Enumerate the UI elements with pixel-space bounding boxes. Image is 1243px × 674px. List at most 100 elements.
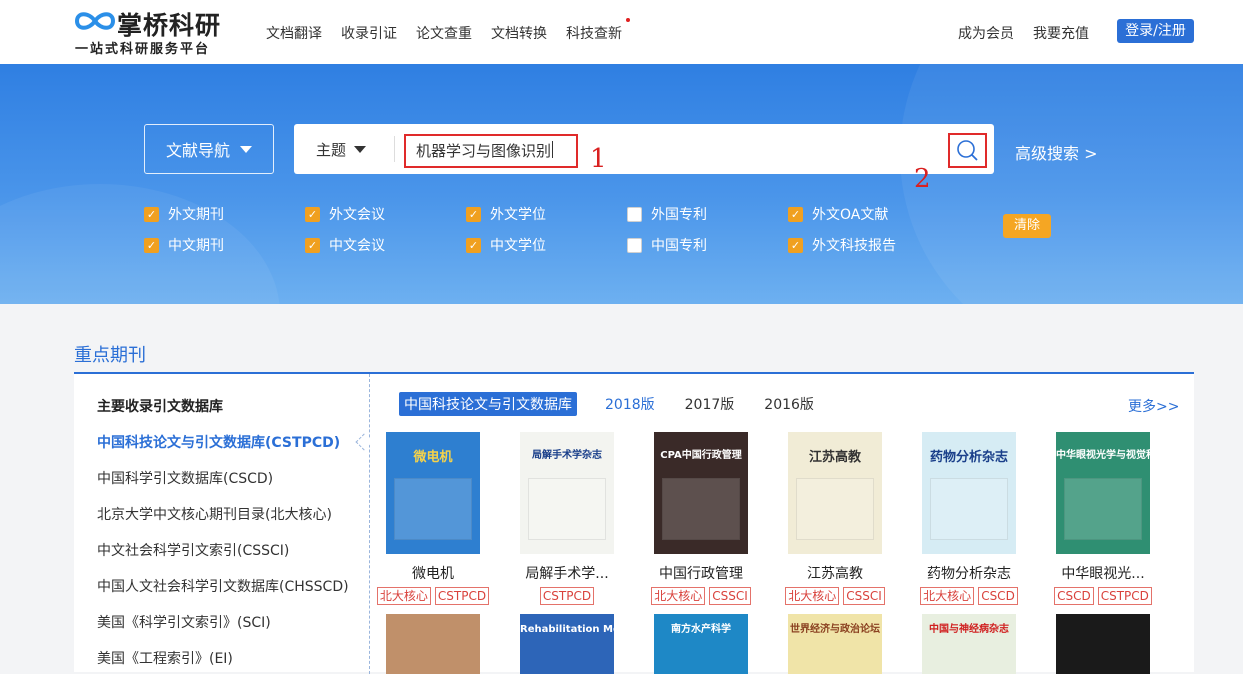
journal-card[interactable]: 江苏高教 江苏高教 北大核心 CSSCI (773, 432, 897, 605)
checkbox-label: 中国专利 (651, 238, 707, 254)
index-badge: CSCD (1054, 587, 1094, 605)
advanced-search-link[interactable]: 高级搜索 > (1015, 140, 1098, 164)
cover-artwork (796, 478, 874, 540)
cover-title: 中华眼视光学与视觉科学杂志 (1056, 450, 1150, 461)
filter-chinese-checkbox-0[interactable]: ✓ 中文期刊 (144, 235, 305, 255)
login-register-button[interactable]: 登录/注册 (1117, 19, 1194, 43)
journal-cover-image[interactable]: 微电机 (386, 432, 480, 554)
nav-item-translation[interactable]: 文档翻译 (266, 23, 322, 43)
journal-card[interactable]: 微电机 微电机 北大核心 CSTPCD (371, 432, 495, 605)
filter-chinese-checkbox-2[interactable]: ✓ 中文学位 (466, 235, 627, 255)
search-icon (957, 140, 978, 161)
checkbox-checked-icon: ✓ (466, 237, 481, 253)
clear-filters-button[interactable]: 清除 (1003, 214, 1051, 238)
index-badge: 北大核心 (651, 587, 706, 605)
sidebar-item-cssci[interactable]: 中文社会科学引文索引(CSSCI) (97, 540, 289, 560)
index-badge: 北大核心 (785, 587, 840, 605)
tab-cstpcd-db[interactable]: 中国科技论文与引文数据库 (399, 392, 577, 416)
journal-cover-image[interactable]: Rehabilitation Medicine 康复学报 (520, 614, 614, 674)
search-query-text: 机器学习与图像识别 (416, 142, 552, 160)
tab-2017[interactable]: 2017版 (685, 394, 735, 414)
sidebar-item-pku-core[interactable]: 北京大学中文核心期刊目录(北大核心) (97, 504, 332, 524)
text-caret (552, 141, 554, 158)
checkbox-label: 中文学位 (490, 238, 546, 254)
journal-tags: 北大核心 CSCD (907, 587, 1031, 605)
journal-cover-image[interactable]: 局解手术学杂志 (520, 432, 614, 554)
journal-cover-image[interactable]: 世界经济与政治论坛 (788, 614, 882, 674)
cover-title: 局解手术学杂志 (532, 450, 602, 461)
journal-cover-image[interactable] (1056, 614, 1150, 674)
journal-card[interactable]: CPA中国行政管理 中国行政管理 北大核心 CSSCI (639, 432, 763, 605)
journal-name[interactable]: 药物分析杂志 (907, 563, 1031, 583)
search-input[interactable]: 机器学习与图像识别 (404, 134, 578, 168)
journal-tags: 北大核心 CSSCI (773, 587, 897, 605)
cover-title: 药物分析杂志 (929, 450, 1008, 465)
filter-foreign-checkbox-4[interactable]: ✓ 外文OA文献 (788, 204, 949, 224)
search-field-select[interactable]: 主题 (316, 139, 367, 160)
annotation-number-2: 2 (914, 164, 931, 194)
tab-2018[interactable]: 2018版 (605, 394, 655, 414)
edition-tabs: 中国科技论文与引文数据库 2018版 2017版 2016版 (399, 392, 844, 416)
sidebar-item-sci[interactable]: 美国《科学引文索引》(SCI) (97, 612, 271, 632)
brand-logo[interactable]: 掌桥科研 一站式科研服务平台 (73, 6, 233, 58)
sidebar-item-cscd[interactable]: 中国科学引文数据库(CSCD) (97, 468, 273, 488)
checkbox-checked-icon: ✓ (305, 206, 320, 222)
filter-foreign-checkbox-1[interactable]: ✓ 外文会议 (305, 204, 466, 224)
journal-name[interactable]: 中华眼视光... (1041, 563, 1165, 583)
cover-title: 中国与神经病杂志 (929, 624, 1009, 635)
nav-item-plagiarism-check[interactable]: 论文查重 (416, 23, 472, 43)
checkbox-checked-icon: ✓ (466, 206, 481, 222)
journal-card[interactable]: 局解手术学杂志 局解手术学... CSTPCD (505, 432, 629, 605)
sidebar-item-cstpcd[interactable]: 中国科技论文与引文数据库(CSTPCD) (97, 432, 340, 452)
journal-card[interactable]: 药物分析杂志 药物分析杂志 北大核心 CSCD (907, 432, 1031, 605)
nav-item-novelty-search[interactable]: 科技查新 (566, 23, 622, 43)
filter-chinese-checkbox-3[interactable]: 中国专利 (627, 235, 788, 255)
journal-cover-image[interactable]: 江苏高教 (788, 432, 882, 554)
search-box: 主题 机器学习与图像识别 (294, 124, 994, 174)
filter-foreign-checkbox-3[interactable]: 外国专利 (627, 204, 788, 224)
brand-name: 掌桥科研 (117, 11, 222, 40)
filter-chinese-checkbox-4[interactable]: ✓ 外文科技报告 (788, 235, 949, 255)
cover-artwork (1064, 478, 1142, 540)
journal-name[interactable]: 微电机 (371, 563, 495, 583)
journal-card[interactable]: 中华眼视光学与视觉科学杂志中华眼视光... CSCDCSTPCD (1041, 432, 1165, 605)
recharge-link[interactable]: 我要充值 (1033, 23, 1089, 43)
tab-2016[interactable]: 2016版 (764, 394, 814, 414)
more-link[interactable]: 更多>> (1128, 396, 1179, 416)
nav-item-doc-convert[interactable]: 文档转换 (491, 23, 547, 43)
become-member-link[interactable]: 成为会员 (958, 23, 1014, 43)
journal-cover-image[interactable]: 南方水产科学 (654, 614, 748, 674)
checkbox-checked-icon: ✓ (788, 206, 803, 222)
index-badge: 北大核心 (376, 587, 431, 605)
filter-chinese-checkbox-1[interactable]: ✓ 中文会议 (305, 235, 466, 255)
nav-item-citation[interactable]: 收录引证 (341, 23, 397, 43)
journal-cover-image[interactable] (386, 614, 480, 674)
journal-cover-image[interactable]: 药物分析杂志 (922, 432, 1016, 554)
dropdown-arrow-icon (354, 146, 367, 153)
search-hero: 文献导航 主题 机器学习与图像识别 1 2 高级搜索 > ✓ 外文期刊 ✓ 外文会议 ✓… (0, 64, 1243, 304)
filter-foreign-checkbox-2[interactable]: ✓ 外文学位 (466, 204, 627, 224)
journal-name[interactable]: 中国行政管理 (639, 563, 763, 583)
header-links: 成为会员 我要充值 (958, 23, 1108, 43)
filter-row-chinese: ✓ 中文期刊 ✓ 中文会议 ✓ 中文学位 中国专利 ✓ 外文科技报告 (144, 235, 949, 255)
sidebar-item-chsscd[interactable]: 中国人文社会科学引文数据库(CHSSCD) (97, 576, 349, 596)
journal-name[interactable]: 局解手术学... (505, 563, 629, 583)
journal-cover-image[interactable]: 中华眼视光学与视觉科学杂志 (1056, 432, 1150, 554)
journal-name[interactable]: 江苏高教 (773, 563, 897, 583)
search-field-label: 主题 (316, 141, 347, 159)
search-button[interactable] (948, 133, 987, 168)
featured-journals-title: 重点期刊 (74, 345, 146, 366)
checkbox-label: 中文会议 (329, 238, 385, 254)
index-badge: CSTPCD (1097, 587, 1152, 605)
filter-foreign-checkbox-0[interactable]: ✓ 外文期刊 (144, 204, 305, 224)
cover-title: 南方水产科学 (671, 624, 731, 635)
sidebar-item-ei[interactable]: 美国《工程索引》(EI) (97, 648, 233, 668)
sidebar-heading: 主要收录引文数据库 (97, 399, 223, 415)
cover-artwork (528, 478, 606, 540)
cover-artwork (930, 478, 1008, 540)
journal-cover-image[interactable]: CPA中国行政管理 (654, 432, 748, 554)
literature-nav-button[interactable]: 文献导航 (144, 124, 274, 174)
journal-cover-image[interactable]: 中国与神经病杂志 (922, 614, 1016, 674)
checkbox-label: 外国专利 (651, 207, 707, 223)
divider (394, 136, 395, 162)
